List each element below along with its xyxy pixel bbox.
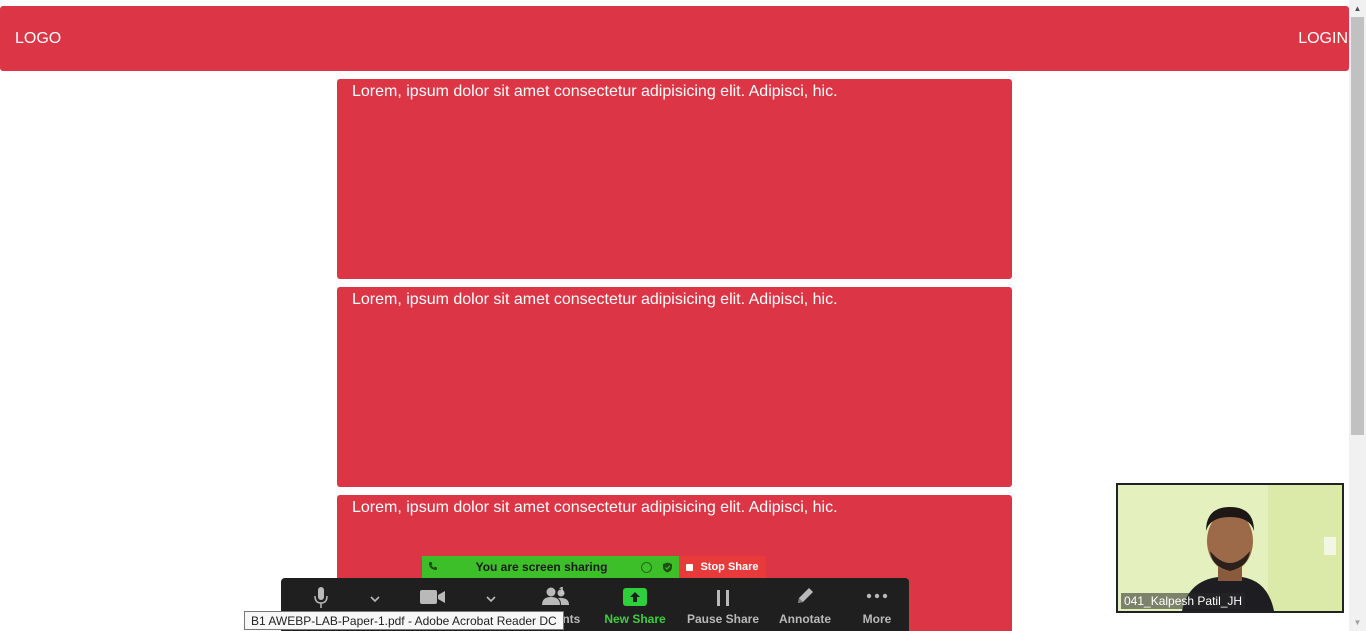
video-camera-icon [420,590,445,604]
more-dots-icon [866,593,888,599]
stop-icon [686,563,694,571]
pause-icon [717,590,729,606]
content-card: Lorem, ipsum dolor sit amet consectetur … [337,287,1012,487]
shield-icon[interactable] [662,562,673,573]
screen-sharing-banner: You are screen sharing [422,556,679,578]
chevron-down-icon[interactable] [484,592,498,606]
participants-count: 1 [559,586,565,597]
share-up-arrow-icon [623,588,647,606]
participant-video-thumbnail[interactable]: 041_Kalpesh Patil_JH [1116,483,1344,613]
microphone-icon [314,587,328,608]
stop-share-label: Stop Share [700,561,759,573]
screen-sharing-text: You are screen sharing [475,560,608,574]
pencil-icon [798,588,813,603]
scroll-up-arrow-icon[interactable]: ▲ [1349,0,1366,17]
logo[interactable]: LOGO [15,30,61,48]
card-text: Lorem, ipsum dolor sit amet consectetur … [352,83,838,100]
scroll-down-arrow-icon[interactable]: ▼ [1349,614,1366,631]
participants-icon [542,587,569,605]
pause-share-button[interactable]: Pause Share [686,578,760,631]
content-card: Lorem, ipsum dolor sit amet consectetur … [337,79,1012,279]
stop-share-button[interactable]: Stop Share [679,556,766,578]
pause-share-label: Pause Share [686,612,760,626]
annotate-button[interactable]: Annotate [777,578,833,631]
new-share-button[interactable]: New Share [601,578,669,631]
annotate-label: Annotate [779,612,831,626]
scroll-thumb[interactable] [1351,17,1364,435]
card-text: Lorem, ipsum dolor sit amet consectetur … [352,291,838,308]
vertical-scrollbar[interactable]: ▲ ▼ [1349,0,1366,631]
login-link[interactable]: LOGIN [1298,30,1348,48]
participant-name: 041_Kalpesh Patil_JH [1121,593,1246,609]
phone-icon[interactable] [428,561,442,574]
more-label: More [862,612,892,626]
status-circle-icon [641,561,652,573]
window-tooltip: B1 AWEBP-LAB-Paper-1.pdf - Adobe Acrobat… [244,611,564,630]
new-share-label: New Share [604,612,666,626]
chevron-down-icon[interactable] [368,592,382,606]
card-text: Lorem, ipsum dolor sit amet consectetur … [352,499,838,516]
more-button[interactable]: More [855,578,899,631]
navbar: LOGO LOGIN [0,6,1349,71]
